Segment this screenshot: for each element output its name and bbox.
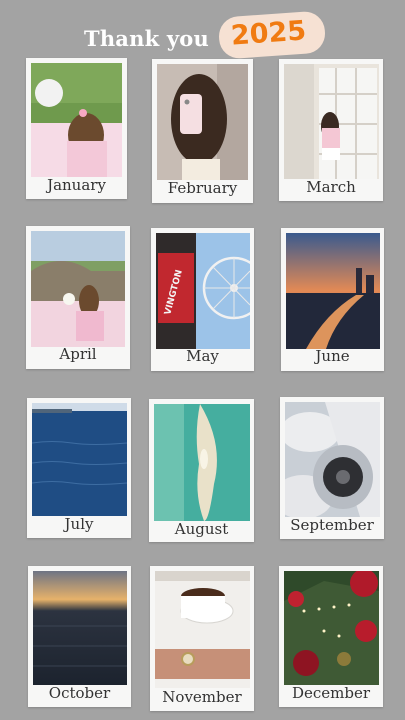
month-label: April [59, 345, 97, 363]
photo-december [284, 571, 379, 685]
photo-january [31, 63, 122, 177]
polaroid-august[interactable]: August [149, 399, 254, 542]
photo-may: VINGTON [156, 233, 250, 349]
month-label: May [186, 347, 219, 365]
polaroid-february[interactable]: February [152, 59, 253, 203]
thank-you-title: Thank you [84, 26, 209, 51]
polaroid-may[interactable]: VINGTON May [151, 228, 254, 371]
polaroid-april[interactable]: April [26, 226, 130, 369]
polaroid-november[interactable]: November [150, 566, 254, 711]
month-label: February [167, 179, 238, 197]
polaroid-june[interactable]: June [281, 228, 384, 371]
polaroid-july[interactable]: July [27, 398, 131, 538]
header: Thank you 2025 [0, 0, 405, 62]
month-label: June [315, 347, 350, 365]
polaroid-october[interactable]: October [28, 566, 131, 707]
polaroid-september[interactable]: September [280, 397, 384, 539]
polaroid-march[interactable]: March [279, 59, 383, 201]
month-label: November [162, 688, 242, 706]
polaroid-december[interactable]: December [279, 566, 383, 707]
photo-june [286, 233, 380, 349]
photo-april [31, 231, 125, 347]
photo-august [154, 404, 250, 521]
month-label: December [291, 684, 371, 702]
photo-november [155, 571, 250, 688]
polaroid-january[interactable]: January [26, 58, 127, 199]
month-label: October [48, 684, 111, 702]
month-label: August [174, 520, 229, 538]
photo-february [157, 64, 248, 180]
photo-september [285, 402, 380, 517]
month-label: January [47, 176, 106, 194]
month-label: September [290, 516, 374, 534]
photo-july [32, 403, 127, 516]
year-label: 2025 [230, 15, 308, 52]
photo-march [284, 64, 379, 179]
month-label: July [64, 515, 94, 533]
month-label: March [306, 178, 356, 196]
photo-october [33, 571, 127, 685]
